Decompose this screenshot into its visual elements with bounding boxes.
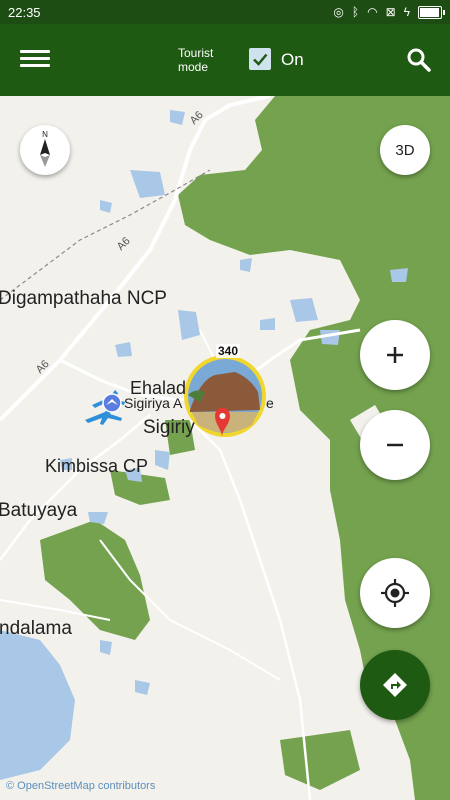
plus-icon [387, 347, 403, 363]
menu-icon [20, 50, 50, 53]
minus-icon [387, 443, 403, 447]
map-label-airport-tail: e [266, 395, 274, 411]
menu-button[interactable] [20, 46, 50, 72]
sim-icon: ⊠ [385, 5, 396, 19]
app-toolbar: Tourist mode On [0, 24, 450, 96]
poi-count-badge: 340 [216, 344, 241, 358]
zoom-in-button[interactable] [360, 320, 430, 390]
compass-button[interactable]: N [20, 125, 70, 175]
compass-n-label: N [42, 130, 48, 139]
3d-button[interactable]: 3D [380, 125, 430, 175]
zoom-out-button[interactable] [360, 410, 430, 480]
status-bar: 22:35 ◎ ᛒ ◠ ⊠ ϟ [0, 0, 450, 24]
map-label-village: Batuyaya [0, 500, 78, 521]
bluetooth-icon: ᛒ [351, 5, 360, 19]
status-time: 22:35 [8, 4, 41, 20]
checkmark-icon [253, 53, 268, 66]
tourist-mode-state: On [281, 50, 304, 69]
map-attribution[interactable]: © OpenStreetMap contributors [6, 780, 155, 792]
search-button[interactable] [405, 46, 433, 74]
map-label-town: Sigiriy [143, 417, 195, 438]
charging-icon: ϟ [403, 5, 410, 19]
battery-icon [418, 5, 445, 19]
directions-button[interactable] [360, 650, 430, 720]
map-label-airport: Sigiriya A [124, 395, 183, 411]
map-label-region: Digampathaha NCP [0, 288, 167, 309]
my-location-button[interactable] [360, 558, 430, 628]
wifi-icon: ◠ [367, 5, 378, 19]
tourist-mode-label: Tourist mode [178, 46, 214, 74]
map-label-village: ndalama [0, 618, 72, 639]
poi-photo-marker[interactable] [184, 355, 266, 437]
directions-icon [383, 673, 407, 697]
airport-marker[interactable] [102, 393, 122, 413]
crosshair-icon [381, 579, 409, 607]
3d-label: 3D [395, 141, 415, 159]
search-icon [407, 48, 431, 72]
signal-icon: ◎ [333, 5, 344, 19]
tourist-mode-checkbox[interactable] [249, 48, 271, 70]
map-label-region: Kimbissa CP [45, 456, 149, 476]
compass-icon: N [40, 130, 50, 167]
status-icons: ◎ ᛒ ◠ ⊠ ϟ [333, 5, 445, 19]
